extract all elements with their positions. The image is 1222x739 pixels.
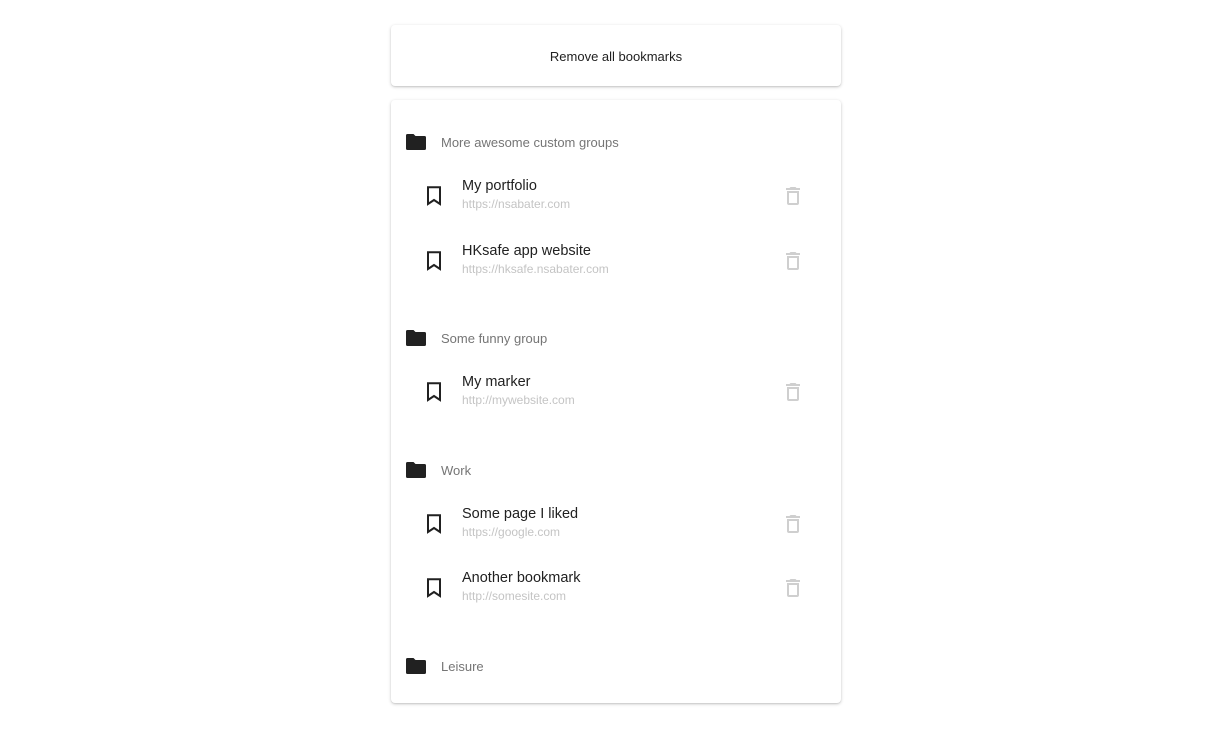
trash-icon [786, 187, 800, 205]
delete-bookmark-button[interactable] [783, 575, 803, 601]
trash-icon [786, 383, 800, 401]
bookmark-title[interactable]: My portfolio [462, 178, 537, 194]
group-label: Leisure [441, 658, 484, 674]
bookmark-border-icon [427, 382, 441, 402]
bookmark-item[interactable]: My marker http://mywebsite.com [391, 369, 841, 419]
group-header[interactable]: Leisure [406, 654, 484, 678]
folder-icon [406, 330, 426, 346]
bookmark-item[interactable]: My portfolio https://nsabater.com [391, 173, 841, 223]
remove-all-bookmarks-button[interactable]: Remove all bookmarks [391, 25, 841, 86]
bookmark-title[interactable]: Another bookmark [462, 570, 580, 586]
trash-icon [786, 579, 800, 597]
bookmark-border-icon [427, 251, 441, 271]
delete-bookmark-button[interactable] [783, 511, 803, 537]
group-label: Work [441, 462, 472, 478]
group-header[interactable]: More awesome custom groups [406, 130, 619, 154]
bookmark-item[interactable]: Another bookmark http://somesite.com [391, 565, 841, 615]
bookmark-title[interactable]: Some page I liked [462, 506, 578, 522]
bookmark-url[interactable]: https://hksafe.nsabater.com [462, 262, 609, 276]
delete-bookmark-button[interactable] [783, 183, 803, 209]
bookmark-url[interactable]: http://somesite.com [462, 589, 566, 603]
group-label: More awesome custom groups [441, 134, 619, 150]
bookmark-groups-card: More awesome custom groups My portfolio … [391, 100, 841, 703]
group-header[interactable]: Work [406, 458, 471, 482]
bookmark-border-icon [427, 578, 441, 598]
bookmark-title[interactable]: HKsafe app website [462, 243, 591, 259]
bookmark-url[interactable]: https://google.com [462, 525, 560, 539]
trash-icon [786, 252, 800, 270]
group-header[interactable]: Some funny group [406, 326, 547, 350]
bookmark-title[interactable]: My marker [462, 374, 530, 390]
bookmark-item[interactable]: Some page I liked https://google.com [391, 501, 841, 551]
bookmark-item[interactable]: HKsafe app website https://hksafe.nsabat… [391, 238, 841, 288]
group-label: Some funny group [441, 330, 548, 346]
remove-all-card: Remove all bookmarks [391, 25, 841, 86]
bookmark-border-icon [427, 186, 441, 206]
bookmark-border-icon [427, 514, 441, 534]
trash-icon [786, 515, 800, 533]
bookmark-url[interactable]: https://nsabater.com [462, 197, 570, 211]
bookmark-url[interactable]: http://mywebsite.com [462, 393, 575, 407]
folder-icon [406, 134, 426, 150]
folder-icon [406, 462, 426, 478]
delete-bookmark-button[interactable] [783, 379, 803, 405]
folder-icon [406, 658, 426, 674]
delete-bookmark-button[interactable] [783, 248, 803, 274]
